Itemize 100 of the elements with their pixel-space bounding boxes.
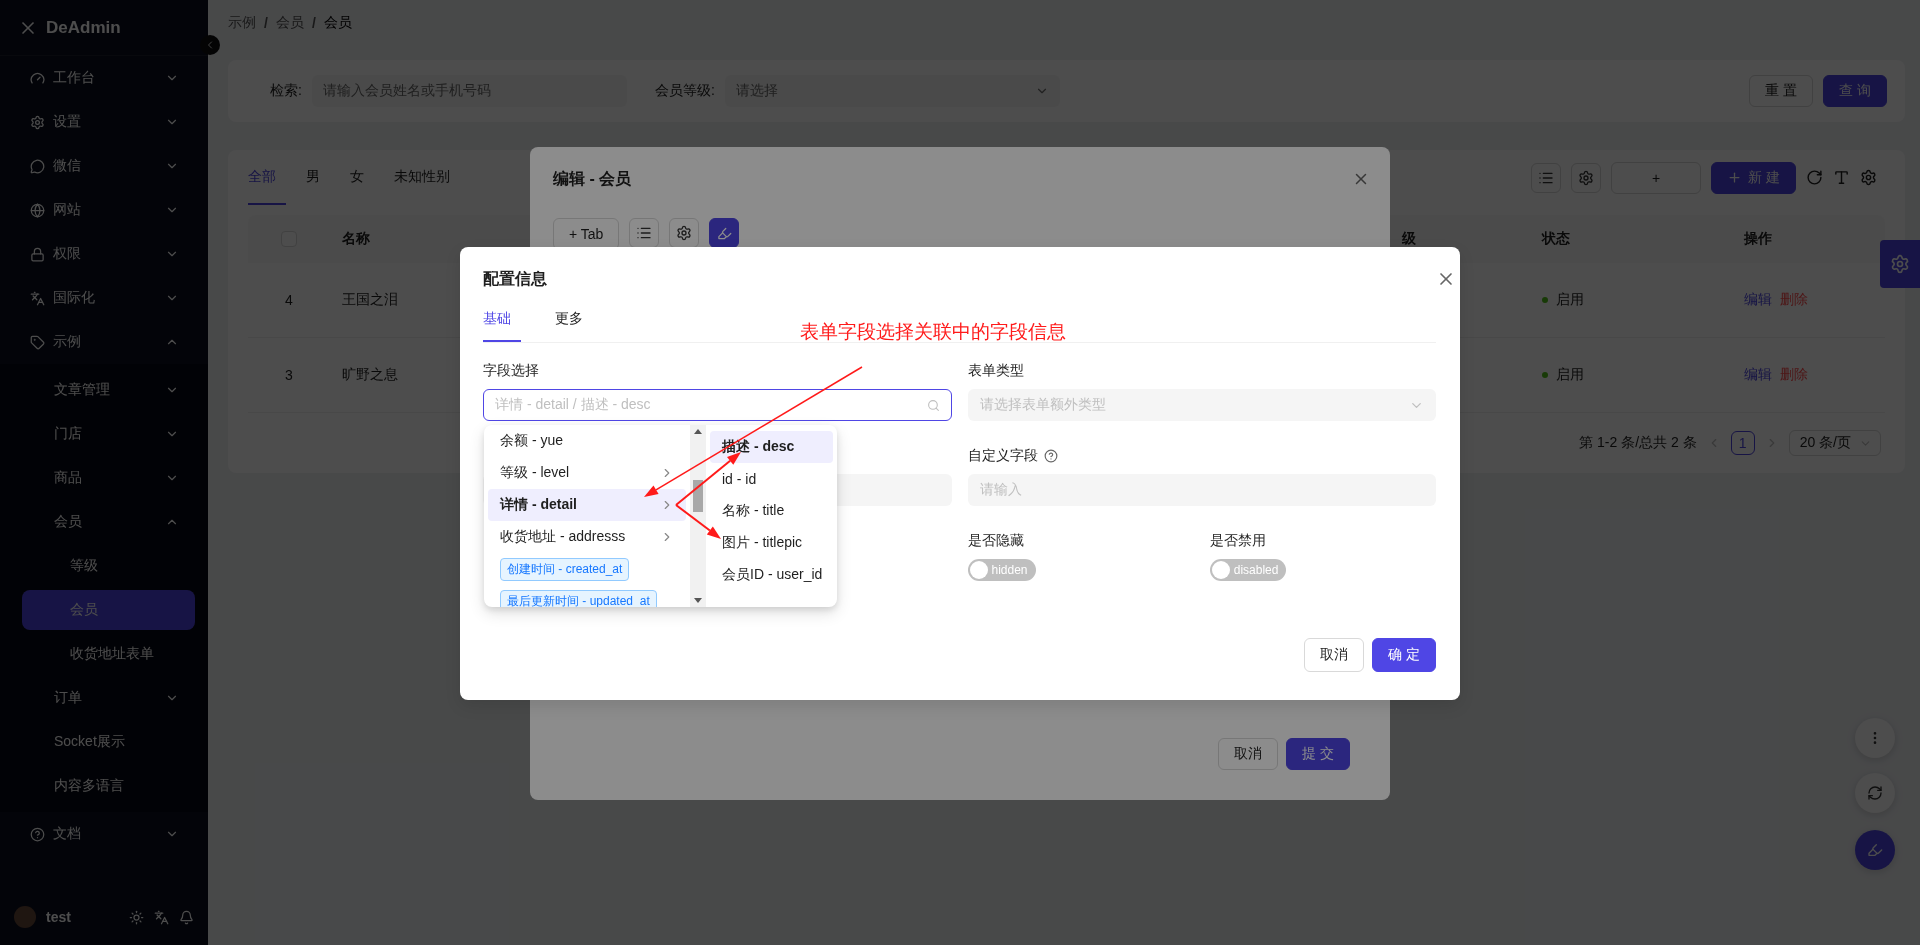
menu-item[interactable]: 收货地址表单 xyxy=(22,634,195,674)
toggle-switch[interactable]: disabled xyxy=(1209,559,1287,581)
tab[interactable]: 未知性别 xyxy=(384,150,460,205)
menu-item[interactable]: 微信 xyxy=(22,146,195,186)
menu-item[interactable]: Socket展示 xyxy=(22,722,195,762)
menu-item[interactable]: 工作台 xyxy=(22,58,195,98)
column-header: 操作 xyxy=(1744,230,1772,248)
menu-item[interactable]: 国际化 xyxy=(22,278,195,318)
reload-icon[interactable] xyxy=(1806,169,1823,186)
column-header: 名称 xyxy=(342,230,370,248)
settings-icon xyxy=(1578,169,1595,186)
plus-icon xyxy=(1727,170,1743,185)
field-label: 检索: xyxy=(270,82,302,100)
page-size-select[interactable]: 20 条/页 xyxy=(1788,430,1881,456)
refresh-icon xyxy=(1867,785,1883,801)
sun-icon[interactable] xyxy=(129,909,144,925)
highlighter-icon xyxy=(716,225,732,241)
gear-icon xyxy=(30,114,45,130)
bell-icon[interactable] xyxy=(179,909,194,925)
menu-item[interactable]: 示例 xyxy=(22,322,195,362)
translate-icon[interactable] xyxy=(154,909,169,925)
submit-button[interactable]: 提 交 xyxy=(1286,738,1350,770)
status-dot xyxy=(1542,297,1548,303)
settings-button[interactable] xyxy=(669,218,700,248)
modal-title: 编辑 - 会员 xyxy=(553,168,632,189)
table-cell: 旷野之息 xyxy=(342,366,398,384)
cascader-option[interactable]: 余额 - yue xyxy=(488,425,686,457)
dialog-title: 配置信息 xyxy=(483,268,547,289)
table-cell: 4 xyxy=(285,292,293,308)
cascader-option[interactable]: 会员ID - user_id xyxy=(710,559,833,591)
list-icon xyxy=(636,225,653,241)
field-label: 是否隐藏 xyxy=(967,532,1024,550)
gauge-icon xyxy=(30,70,45,86)
search-icon xyxy=(926,398,940,412)
help-icon xyxy=(30,826,45,842)
menu-item[interactable]: 设置 xyxy=(22,102,195,142)
cascader-option[interactable]: 图片 - titlepic xyxy=(710,527,833,559)
translate-icon xyxy=(30,290,45,306)
cascader-option[interactable]: 创建时间 - created_at xyxy=(488,553,686,585)
menu-item[interactable]: 网站 xyxy=(22,190,195,230)
field-label: 是否禁用 xyxy=(1209,532,1266,550)
add-tab-button[interactable]: + Tab xyxy=(553,218,620,250)
breadcrumb-item: 会员 xyxy=(323,13,352,32)
tag-icon xyxy=(30,334,45,350)
tab[interactable]: 更多 xyxy=(545,298,593,342)
scrollbar-thumb[interactable] xyxy=(693,480,703,512)
menu-item[interactable]: 文章管理 xyxy=(22,370,195,410)
field-label: 表单类型 xyxy=(967,362,1024,380)
menu-item[interactable]: 等级 xyxy=(22,546,195,586)
status-dot xyxy=(1542,372,1548,378)
highlighter-button[interactable] xyxy=(709,218,740,248)
cancel-button[interactable]: 取消 xyxy=(1218,738,1279,770)
cascader-field[interactable]: 详情 - detail / 描述 - desc xyxy=(483,389,952,421)
cascader-option[interactable]: 名称 - title xyxy=(710,495,833,527)
scroll-down-icon[interactable] xyxy=(694,598,702,603)
column-header: 状态 xyxy=(1542,230,1570,248)
menu-item[interactable]: 商品 xyxy=(22,458,195,498)
scroll-up-icon[interactable] xyxy=(694,429,702,434)
confirm-button[interactable]: 确 定 xyxy=(1372,638,1436,672)
breadcrumb-separator: / xyxy=(311,14,316,31)
pagination-summary: 第 1-2 条/总共 2 条 xyxy=(1579,434,1697,452)
toggle-switch[interactable]: hidden xyxy=(967,559,1036,581)
annotation-text: 表单字段选择关联中的字段信息 xyxy=(800,320,1066,344)
cascader-option[interactable]: 等级 - level xyxy=(488,457,686,489)
lock-icon xyxy=(30,246,45,262)
list-button[interactable] xyxy=(629,218,660,248)
chat-icon xyxy=(30,158,45,174)
menu-item[interactable]: 文档 xyxy=(22,814,195,854)
tab[interactable]: 女 xyxy=(340,150,374,205)
globe-icon xyxy=(30,202,45,218)
menu-item[interactable]: 会员 xyxy=(22,502,195,542)
settings-icon[interactable] xyxy=(1860,169,1877,186)
page-number[interactable]: 1 xyxy=(1730,431,1755,455)
breadcrumb-separator: / xyxy=(264,14,268,31)
tab[interactable]: 基础 xyxy=(483,298,521,342)
field-label: 会员等级: xyxy=(654,82,715,100)
logo-text: DeAdmin xyxy=(46,17,121,38)
field-label: 自定义字段 xyxy=(967,447,1038,465)
cascader-option[interactable]: 收货地址 - addresss xyxy=(488,521,686,553)
scrollbar[interactable] xyxy=(690,425,706,607)
status-text: 启用 xyxy=(1556,291,1584,309)
menu-item[interactable]: 权限 xyxy=(22,234,195,274)
reset-button[interactable]: 重 置 xyxy=(1749,75,1814,107)
add-button[interactable]: + xyxy=(1611,161,1702,194)
settings-icon xyxy=(676,225,693,241)
menu-item[interactable]: 订单 xyxy=(22,678,195,718)
user-name: test xyxy=(46,909,72,925)
text-size-icon[interactable] xyxy=(1833,169,1850,186)
cascader-option[interactable]: 详情 - detail xyxy=(488,489,686,521)
menu-item[interactable]: 内容多语言 xyxy=(22,766,195,806)
help-icon[interactable] xyxy=(1043,449,1058,463)
cascader-option[interactable]: id - id xyxy=(710,463,833,495)
settings-tab[interactable] xyxy=(1880,240,1920,288)
field-label: 字段选择 xyxy=(483,362,539,380)
table-cell: 3 xyxy=(285,367,293,383)
column-header: 级 xyxy=(1402,230,1416,248)
menu-item[interactable]: 门店 xyxy=(22,414,195,454)
tab[interactable]: 男 xyxy=(296,150,330,205)
cancel-button[interactable]: 取消 xyxy=(1304,638,1365,672)
status-text: 启用 xyxy=(1556,366,1584,384)
